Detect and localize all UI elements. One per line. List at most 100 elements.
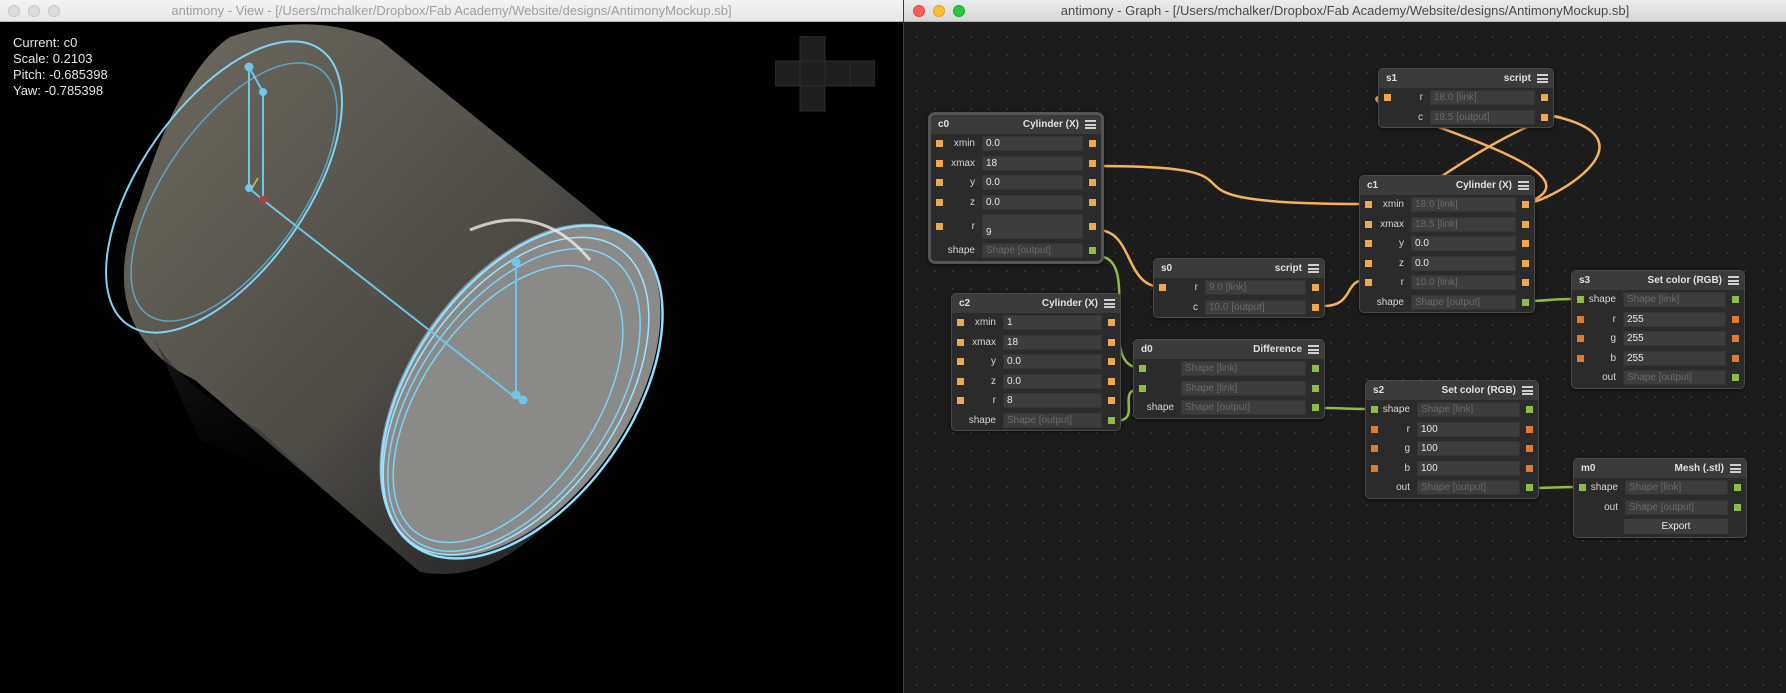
output-port[interactable] xyxy=(1108,319,1115,326)
output-port[interactable] xyxy=(1312,284,1319,291)
3d-viewport[interactable]: Current: c0 Scale: 0.2103 Pitch: -0.6853… xyxy=(0,22,903,693)
menu-icon[interactable] xyxy=(1308,264,1319,273)
output-port[interactable] xyxy=(1526,464,1533,472)
origin-handle[interactable] xyxy=(259,196,267,204)
export-button[interactable]: Export xyxy=(1624,519,1728,534)
output-port[interactable] xyxy=(1522,201,1529,208)
input-port[interactable] xyxy=(936,140,943,147)
xmax-field[interactable]: 18 xyxy=(1003,334,1102,350)
g-field[interactable]: 255 xyxy=(1623,331,1726,346)
node-d0[interactable]: d0 Difference aShape [link] bShape [link… xyxy=(1133,339,1325,419)
input-port[interactable] xyxy=(957,397,964,404)
node-header[interactable]: c0 Cylinder (X) xyxy=(931,115,1101,134)
output-port[interactable] xyxy=(1089,159,1096,167)
menu-icon[interactable] xyxy=(1522,386,1533,395)
radius-handle[interactable] xyxy=(244,62,254,72)
output-port[interactable] xyxy=(1541,94,1548,101)
z-field[interactable]: 0.0 xyxy=(1003,373,1102,389)
minimize-window-icon[interactable] xyxy=(28,5,40,17)
node-header[interactable]: m0 Mesh (.stl) xyxy=(1574,459,1746,478)
output-port[interactable] xyxy=(1089,198,1096,206)
r-field[interactable]: 9 xyxy=(982,214,1083,239)
menu-icon[interactable] xyxy=(1085,120,1096,129)
model-render[interactable] xyxy=(0,22,903,693)
node-s1[interactable]: s1 script r 18.0 [link] c 18.5 [output] xyxy=(1378,68,1554,128)
output-port[interactable] xyxy=(1089,223,1096,230)
output-port[interactable] xyxy=(1522,259,1529,267)
minimize-window-icon[interactable] xyxy=(933,5,945,17)
output-port[interactable] xyxy=(1108,377,1115,385)
origin-handle[interactable] xyxy=(518,395,528,405)
y-field[interactable]: 0.0 xyxy=(982,175,1083,190)
xmin-field[interactable]: 1 xyxy=(1003,315,1102,330)
menu-icon[interactable] xyxy=(1518,181,1529,190)
node-header[interactable]: d0 Difference xyxy=(1134,340,1324,359)
output-port[interactable] xyxy=(1732,296,1739,303)
output-port[interactable] xyxy=(1732,354,1739,362)
radius-handle[interactable] xyxy=(259,88,267,96)
view-titlebar[interactable]: antimony - View - [/Users/mchalker/Dropb… xyxy=(0,0,903,22)
input-port[interactable] xyxy=(1139,365,1146,372)
shape-output-port[interactable] xyxy=(1522,298,1529,306)
input-port[interactable] xyxy=(936,223,943,230)
output-port[interactable] xyxy=(1108,338,1115,346)
output-port[interactable] xyxy=(1734,484,1741,491)
input-port[interactable] xyxy=(1371,406,1378,413)
output-port[interactable] xyxy=(1312,384,1319,392)
input-port[interactable] xyxy=(1579,484,1586,491)
input-port[interactable] xyxy=(1371,445,1378,452)
node-s2[interactable]: s2 Set color (RGB) shape Shape [link] r 10… xyxy=(1365,380,1539,499)
input-port[interactable] xyxy=(1365,240,1372,247)
xmin-field[interactable]: 0.0 xyxy=(982,136,1083,151)
node-m0[interactable]: m0 Mesh (.stl) shape Shape [link] out Shap… xyxy=(1573,458,1747,538)
z-field[interactable]: 0.0 xyxy=(1411,255,1516,271)
shape-output-port[interactable] xyxy=(1108,416,1115,424)
output-port[interactable] xyxy=(1089,140,1096,147)
r-field[interactable]: 255 xyxy=(1623,311,1726,327)
node-header[interactable]: c2 Cylinder (X) xyxy=(952,294,1120,313)
output-port[interactable] xyxy=(1732,335,1739,342)
input-port[interactable] xyxy=(936,198,943,206)
b-field[interactable]: 255 xyxy=(1623,350,1726,366)
input-port[interactable] xyxy=(1384,94,1391,101)
b-field[interactable]: 100 xyxy=(1417,460,1520,476)
y-field[interactable]: 0.0 xyxy=(1411,236,1516,251)
zoom-window-icon[interactable] xyxy=(48,5,60,17)
output-port[interactable] xyxy=(1526,425,1533,433)
node-header[interactable]: s2 Set color (RGB) xyxy=(1366,381,1538,400)
input-port[interactable] xyxy=(936,159,943,167)
shape-output-port[interactable] xyxy=(1526,484,1533,491)
output-port[interactable] xyxy=(1312,303,1319,311)
output-port[interactable] xyxy=(1541,113,1548,121)
input-port[interactable] xyxy=(936,179,943,186)
node-c1[interactable]: c1 Cylinder (X) xmin 18.0 [link] xmax 18.5… xyxy=(1359,175,1535,313)
shape-output-port[interactable] xyxy=(1732,374,1739,381)
graph-titlebar[interactable]: antimony - Graph - [/Users/mchalker/Drop… xyxy=(904,0,1786,22)
node-c2[interactable]: c2 Cylinder (X) xmin 1 xmax 18 y 0.0 z 0.0 r… xyxy=(951,293,1121,431)
output-port[interactable] xyxy=(1089,179,1096,186)
shape-output-port[interactable] xyxy=(1312,404,1319,411)
view-cube-icon[interactable] xyxy=(775,36,875,116)
input-port[interactable] xyxy=(1371,425,1378,433)
input-port[interactable] xyxy=(1577,296,1584,303)
node-c0[interactable]: c0 Cylinder (X) xmin 0.0 xmax 18 y 0.0 z 0.0… xyxy=(928,112,1104,264)
input-port[interactable] xyxy=(1365,201,1372,208)
output-port[interactable] xyxy=(1108,397,1115,404)
input-port[interactable] xyxy=(1577,354,1584,362)
g-field[interactable]: 100 xyxy=(1417,441,1520,456)
input-port[interactable] xyxy=(957,377,964,385)
output-port[interactable] xyxy=(1522,279,1529,286)
input-port[interactable] xyxy=(1577,335,1584,342)
output-port[interactable] xyxy=(1732,315,1739,323)
node-s0[interactable]: s0 script r 9.0 [link] c 10.0 [output] xyxy=(1153,258,1325,318)
node-s3[interactable]: s3 Set color (RGB) shape Shape [link] r 25… xyxy=(1571,270,1745,389)
node-header[interactable]: c1 Cylinder (X) xyxy=(1360,176,1534,195)
output-port[interactable] xyxy=(1522,240,1529,247)
output-port[interactable] xyxy=(1526,406,1533,413)
r-field[interactable]: 8 xyxy=(1003,393,1102,408)
zoom-window-icon[interactable] xyxy=(953,5,965,17)
radius-handle[interactable] xyxy=(511,257,521,267)
input-port[interactable] xyxy=(1365,259,1372,267)
input-port[interactable] xyxy=(957,358,964,365)
close-window-icon[interactable] xyxy=(913,5,925,17)
